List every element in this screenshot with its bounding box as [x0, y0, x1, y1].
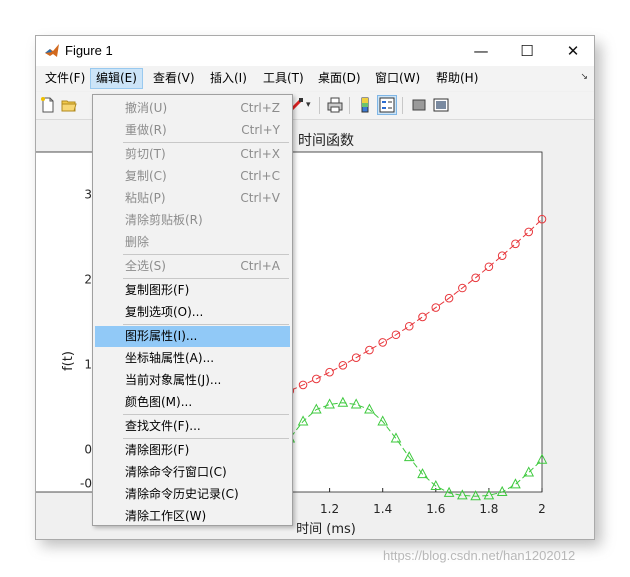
- edit-menu-item-label: 清除命令历史记录(C): [125, 487, 239, 501]
- hide-plot-tools-icon[interactable]: [410, 96, 428, 114]
- watermark: https://blog.csdn.net/han1202012: [383, 548, 576, 563]
- x-tick-label: 1.4: [373, 502, 392, 516]
- edit-menu-item-label: 颜色图(M)...: [125, 395, 193, 409]
- menubar-overflow-icon[interactable]: ↘: [580, 72, 588, 82]
- edit-menu-item[interactable]: 清除命令历史记录(C): [95, 484, 290, 505]
- axes-title: 时间函数: [298, 133, 354, 149]
- x-tick-label: 2: [538, 502, 546, 516]
- edit-menu-item[interactable]: 全选(S) Ctrl+A: [95, 256, 290, 277]
- edit-menu-item[interactable]: 图形属性(I)...: [95, 326, 290, 347]
- edit-menu-item[interactable]: 撤消(U) Ctrl+Z: [95, 98, 290, 119]
- edit-menu-item[interactable]: 复制选项(O)...: [95, 302, 290, 323]
- open-file-icon[interactable]: [60, 96, 78, 114]
- y-tick-label: -0: [80, 477, 92, 491]
- x-tick-label: 1.8: [479, 502, 498, 516]
- edit-menu-item[interactable]: 清除图形(F): [95, 440, 290, 461]
- edit-menu-item-label: 复制选项(O)...: [125, 305, 204, 319]
- y-tick-label: 0: [84, 443, 92, 457]
- menu-separator: [123, 278, 289, 279]
- edit-menu-item-shortcut: Ctrl+Z: [240, 101, 280, 115]
- edit-menu-item-label: 粘贴(P): [125, 191, 166, 205]
- menu-help[interactable]: 帮助(H): [431, 68, 483, 89]
- show-plot-tools-icon[interactable]: [432, 96, 450, 114]
- menu-bar: 文件(F) 编辑(E) 查看(V) 插入(I) 工具(T) 桌面(D) 窗口(W…: [36, 66, 594, 91]
- close-icon: ✕: [566, 42, 580, 60]
- edit-menu-item[interactable]: 粘贴(P) Ctrl+V: [95, 188, 290, 209]
- menu-separator: [123, 142, 289, 143]
- menu-window[interactable]: 窗口(W): [370, 68, 425, 89]
- edit-menu-item[interactable]: 删除: [95, 232, 290, 253]
- menu-edit[interactable]: 编辑(E): [90, 68, 143, 89]
- y-tick-label: 2: [84, 273, 92, 287]
- title-bar[interactable]: Figure 1 — ☐ ✕: [36, 36, 594, 66]
- edit-menu-item-label: 坐标轴属性(A)...: [125, 351, 215, 365]
- edit-menu-item[interactable]: 清除工作区(W): [95, 506, 290, 527]
- edit-menu-item[interactable]: 剪切(T) Ctrl+X: [95, 144, 290, 165]
- data-point-marker[interactable]: [470, 490, 481, 501]
- minimize-button[interactable]: —: [458, 36, 504, 66]
- edit-menu-item[interactable]: 重做(R) Ctrl+Y: [95, 120, 290, 141]
- edit-menu-item-label: 删除: [125, 235, 150, 249]
- edit-menu-item-shortcut: Ctrl+V: [240, 191, 280, 205]
- menu-desktop[interactable]: 桌面(D): [313, 68, 366, 89]
- edit-menu-item-shortcut: Ctrl+X: [240, 147, 280, 161]
- edit-menu-item-label: 重做(R): [125, 123, 167, 137]
- edit-menu-item[interactable]: 清除命令行窗口(C): [95, 462, 290, 483]
- y-tick-label: 1: [84, 358, 92, 372]
- x-tick-label: 1.2: [320, 502, 339, 516]
- edit-menu-item-shortcut: Ctrl+Y: [241, 123, 280, 137]
- edit-menu-item-shortcut: Ctrl+C: [240, 169, 280, 183]
- menu-tools[interactable]: 工具(T): [258, 68, 309, 89]
- edit-menu-item[interactable]: 坐标轴属性(A)...: [95, 348, 290, 369]
- window-title: Figure 1: [65, 43, 113, 58]
- edit-menu-item-label: 复制(C): [125, 169, 167, 183]
- edit-menu-item[interactable]: 复制(C) Ctrl+C: [95, 166, 290, 187]
- toolbar-separator: [402, 97, 403, 114]
- toolbar-separator: [319, 97, 320, 114]
- colorbar-icon[interactable]: [356, 96, 374, 114]
- maximize-icon: ☐: [520, 42, 534, 60]
- maximize-button[interactable]: ☐: [504, 36, 550, 66]
- y-tick-label: 3: [84, 188, 92, 202]
- close-button[interactable]: ✕: [550, 36, 594, 66]
- edit-menu-item-label: 清除剪贴板(R): [125, 213, 203, 227]
- edit-menu-item-label: 图形属性(I)...: [125, 329, 198, 343]
- edit-menu-item-label: 撤消(U): [125, 101, 168, 115]
- menu-separator: [123, 254, 289, 255]
- x-tick-label: 1.6: [426, 502, 445, 516]
- edit-menu-item[interactable]: 复制图形(F): [95, 280, 290, 301]
- edit-menu-item-label: 当前对象属性(J)...: [125, 373, 222, 387]
- dropdown-arrow-icon[interactable]: ▾: [306, 96, 314, 114]
- edit-menu-item-label: 清除图形(F): [125, 443, 190, 457]
- new-figure-icon[interactable]: [39, 96, 57, 114]
- edit-menu-item-label: 剪切(T): [125, 147, 166, 161]
- menu-separator: [123, 324, 289, 325]
- minimize-icon: —: [473, 42, 489, 60]
- print-icon[interactable]: [326, 96, 344, 114]
- figure-window: Figure 1 — ☐ ✕ 文件(F) 编辑(E) 查看(V) 插入(I) 工…: [35, 35, 595, 540]
- toolbar-separator: [349, 97, 350, 114]
- x-axis-label: 时间 (ms): [296, 522, 356, 537]
- menu-file[interactable]: 文件(F): [40, 68, 90, 89]
- menu-view[interactable]: 查看(V): [148, 68, 200, 89]
- edit-menu-item-label: 清除工作区(W): [125, 509, 207, 523]
- edit-menu-item-label: 复制图形(F): [125, 283, 190, 297]
- menu-insert[interactable]: 插入(I): [205, 68, 252, 89]
- menu-separator: [123, 438, 289, 439]
- menu-separator: [123, 414, 289, 415]
- edit-menu-item[interactable]: 查找文件(F)...: [95, 416, 290, 437]
- y-axis-label: f(t): [61, 351, 76, 371]
- edit-menu-item[interactable]: 清除剪贴板(R): [95, 210, 290, 231]
- edit-menu-dropdown: 撤消(U) Ctrl+Z 重做(R) Ctrl+Y 剪切(T) Ctrl+X 复制(C) Ct…: [92, 94, 293, 526]
- legend-icon[interactable]: [377, 95, 397, 115]
- edit-menu-item[interactable]: 颜色图(M)...: [95, 392, 290, 413]
- edit-menu-item-shortcut: Ctrl+A: [240, 259, 280, 273]
- edit-menu-item-label: 查找文件(F)...: [125, 419, 201, 433]
- edit-menu-item-label: 清除命令行窗口(C): [125, 465, 227, 479]
- edit-menu-item-label: 全选(S): [125, 259, 166, 273]
- matlab-logo-icon: [45, 44, 59, 57]
- edit-menu-item[interactable]: 当前对象属性(J)...: [95, 370, 290, 391]
